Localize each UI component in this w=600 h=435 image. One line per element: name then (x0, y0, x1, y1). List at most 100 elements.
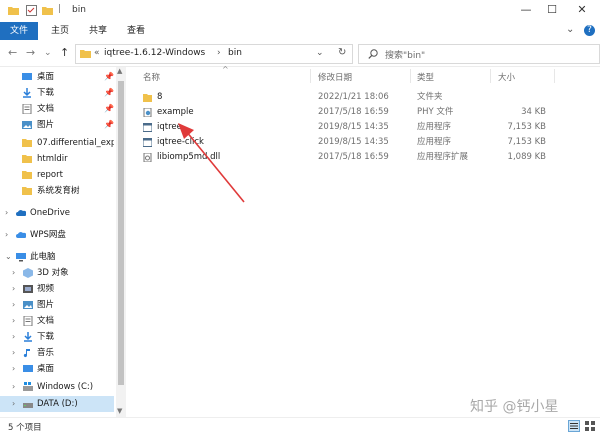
nav-item-music[interactable]: › 音乐 (0, 345, 114, 361)
column-type[interactable]: 类型 (417, 71, 434, 83)
tab-home[interactable]: 主页 (42, 22, 78, 40)
chevron-right-icon[interactable]: › (5, 205, 8, 221)
file-date: 2019/8/15 14:35 (318, 122, 389, 132)
picture-icon (23, 301, 33, 309)
breadcrumb-bin[interactable]: bin (228, 48, 242, 58)
file-size: 1,089 KB (507, 152, 546, 162)
file-type: 文件夹 (417, 92, 443, 102)
nav-item-desktop-pc[interactable]: › 桌面 (0, 361, 114, 377)
tab-share[interactable]: 共享 (80, 22, 116, 40)
path-overflow-icon[interactable]: « (94, 48, 100, 58)
pin-icon[interactable]: 📌 (104, 85, 114, 101)
quick-access-dropdown-icon[interactable]: | (58, 4, 61, 14)
column-name[interactable]: 名称 (143, 71, 160, 83)
dll-file-icon (143, 153, 152, 162)
chevron-right-icon[interactable]: › (12, 345, 15, 361)
file-name: example (157, 107, 194, 117)
chevron-right-icon[interactable]: › (5, 227, 8, 243)
nav-item-downloads[interactable]: 下载 📌 (0, 85, 114, 101)
folder-icon (22, 171, 32, 179)
breadcrumb-iqtree[interactable]: iqtree-1.6.12-Windows (104, 48, 205, 58)
folder-icon (22, 187, 32, 195)
folder-icon (80, 50, 91, 58)
file-row[interactable]: example 2017/5/18 16:59 PHY 文件 34 KB (136, 105, 556, 120)
nav-item-drive-d[interactable]: › DATA (D:) (0, 396, 114, 412)
refresh-icon[interactable]: ↻ (338, 47, 346, 58)
pin-icon[interactable]: 📌 (104, 69, 114, 85)
application-icon (143, 138, 152, 147)
column-date[interactable]: 修改日期 (318, 71, 352, 83)
details-view-icon[interactable] (568, 420, 580, 432)
minimize-button[interactable]: — (518, 3, 534, 17)
folder-icon (22, 155, 32, 163)
chevron-right-icon[interactable]: › (12, 265, 15, 281)
file-type: 应用程序 (417, 122, 452, 132)
properties-icon[interactable] (26, 5, 37, 16)
nav-item-this-pc[interactable]: ⌄ 此电脑 (0, 249, 114, 265)
column-divider[interactable] (410, 69, 411, 83)
nav-item-3d-objects[interactable]: › 3D 对象 (0, 265, 114, 281)
tab-file[interactable]: 文件 (0, 22, 38, 40)
file-row[interactable]: 8 2022/1/21 18:06 文件夹 (136, 90, 556, 105)
column-size[interactable]: 大小 (498, 71, 515, 83)
chevron-down-icon[interactable]: ⌄ (5, 249, 12, 265)
pin-icon[interactable]: 📌 (104, 101, 114, 117)
tab-view[interactable]: 查看 (118, 22, 154, 40)
nav-item-drive-c[interactable]: › Windows (C:) (0, 379, 114, 395)
help-icon[interactable]: ? (584, 25, 595, 36)
pin-icon[interactable]: 📌 (104, 117, 114, 133)
download-icon (24, 332, 32, 342)
ribbon-expand-icon[interactable]: ⌄ (566, 24, 574, 35)
breadcrumb-separator: › (217, 48, 221, 58)
nav-scrollbar[interactable]: ▲ ▼ (116, 67, 126, 417)
up-button[interactable]: ↑ (60, 46, 69, 60)
forward-button[interactable]: → (26, 46, 35, 60)
folder-icon (8, 7, 19, 15)
column-divider[interactable] (310, 69, 311, 83)
chevron-right-icon[interactable]: › (12, 379, 15, 395)
sort-ascending-icon: ^ (222, 65, 229, 74)
desktop-icon (23, 365, 33, 372)
nav-item-videos[interactable]: › 视频 (0, 281, 114, 297)
address-bar[interactable]: « iqtree-1.6.12-Windows › bin ⌄ ↻ (75, 44, 353, 64)
chevron-right-icon[interactable]: › (12, 313, 15, 329)
close-button[interactable]: ✕ (574, 3, 590, 17)
search-input[interactable]: 搜索"bin" (358, 44, 600, 64)
picture-icon (22, 121, 32, 129)
nav-item-differential[interactable]: 07.differential_expre (0, 135, 114, 151)
ribbon-tabs: 文件 主页 共享 查看 ⌄ ? (0, 22, 600, 41)
scrollbar-thumb[interactable] (118, 81, 124, 385)
nav-item-downloads-pc[interactable]: › 下载 (0, 329, 114, 345)
back-button[interactable]: ← (8, 46, 17, 60)
nav-item-pictures-pc[interactable]: › 图片 (0, 297, 114, 313)
phy-file-icon (143, 108, 152, 117)
item-count: 5 个项目 (8, 423, 42, 433)
chevron-right-icon[interactable]: › (12, 281, 15, 297)
nav-item-report[interactable]: report (0, 167, 114, 183)
scroll-down-icon[interactable]: ▼ (117, 407, 122, 415)
column-divider[interactable] (490, 69, 491, 83)
nav-item-documents-pc[interactable]: › 文档 (0, 313, 114, 329)
nav-item-phylogeny[interactable]: 系统发育树 (0, 183, 114, 199)
chevron-right-icon[interactable]: › (12, 329, 15, 345)
recent-locations-icon[interactable]: ⌄ (44, 46, 52, 60)
nav-item-documents[interactable]: 文档 📌 (0, 101, 114, 117)
address-dropdown-icon[interactable]: ⌄ (316, 48, 324, 58)
chevron-right-icon[interactable]: › (12, 297, 15, 313)
nav-item-wps[interactable]: › WPS网盘 (0, 227, 114, 243)
nav-item-pictures[interactable]: 图片 📌 (0, 117, 114, 133)
maximize-button[interactable]: ☐ (544, 3, 560, 17)
nav-item-htmldir[interactable]: htmldir (0, 151, 114, 167)
large-icons-view-icon[interactable] (584, 420, 596, 432)
nav-item-onedrive[interactable]: › OneDrive (0, 205, 114, 221)
new-folder-icon[interactable] (42, 6, 53, 15)
column-divider[interactable] (554, 69, 555, 83)
nav-item-desktop[interactable]: 桌面 📌 (0, 69, 114, 85)
file-date: 2019/8/15 14:35 (318, 137, 389, 147)
scroll-up-icon[interactable]: ▲ (117, 67, 122, 75)
chevron-right-icon[interactable]: › (12, 396, 15, 412)
chevron-right-icon[interactable]: › (12, 361, 15, 377)
file-date: 2022/1/21 18:06 (318, 92, 389, 102)
file-size: 7,153 KB (507, 122, 546, 132)
cloud-icon (16, 232, 26, 238)
